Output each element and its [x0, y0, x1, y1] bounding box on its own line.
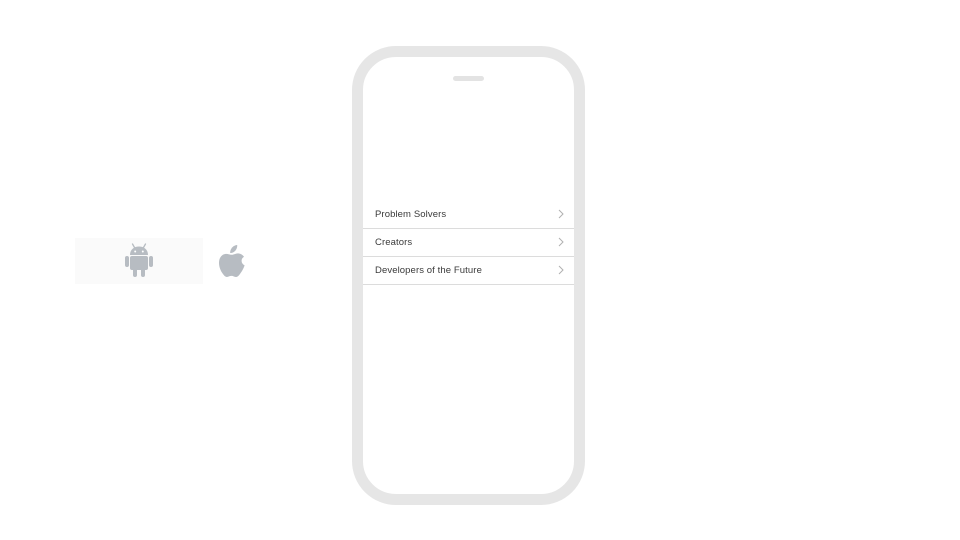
phone-speaker [453, 76, 484, 81]
ios-platform-button[interactable] [203, 238, 261, 284]
apple-icon [218, 244, 246, 278]
menu-item-problem-solvers[interactable]: Problem Solvers [363, 201, 574, 229]
menu-item-label: Developers of the Future [375, 265, 482, 276]
android-icon [124, 243, 154, 279]
menu-item-label: Creators [375, 237, 413, 248]
menu-item-label: Problem Solvers [375, 209, 447, 220]
stage: Problem Solvers Creators Developers of t… [0, 0, 960, 540]
android-platform-button[interactable] [75, 238, 203, 284]
menu-list: Problem Solvers Creators Developers of t… [363, 201, 574, 285]
platform-switcher [75, 238, 261, 284]
menu-item-developers-of-the-future[interactable]: Developers of the Future [363, 257, 574, 285]
chevron-right-icon [558, 206, 564, 224]
chevron-right-icon [558, 234, 564, 252]
menu-item-creators[interactable]: Creators [363, 229, 574, 257]
chevron-right-icon [558, 262, 564, 280]
phone-mockup: Problem Solvers Creators Developers of t… [352, 46, 585, 505]
